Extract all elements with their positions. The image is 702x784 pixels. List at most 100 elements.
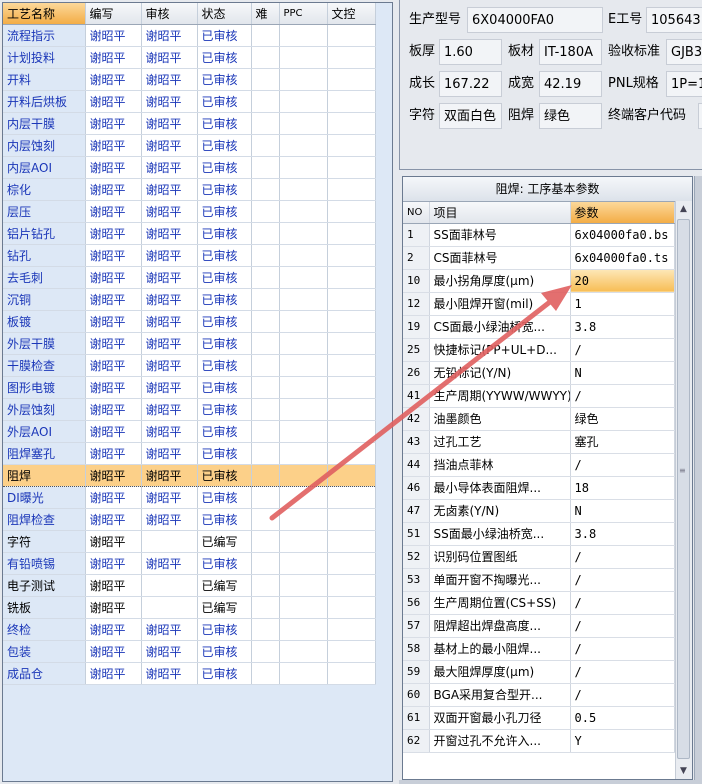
process-name-cell[interactable]: 有铅喷锡 [3,552,86,575]
process-row[interactable]: 干膜检查 谢昭平 谢昭平 已审核 [3,354,376,377]
difficulty-cell[interactable] [251,310,280,333]
status-cell[interactable]: 已审核 [197,354,252,377]
writer-cell[interactable]: 谢昭平 [85,508,142,531]
param-row[interactable]: 1 SS面菲林号 6x04000fa0.bs [403,223,675,247]
status-cell[interactable]: 已审核 [197,46,252,69]
process-row[interactable]: 外层AOI 谢昭平 谢昭平 已审核 [3,420,376,443]
doc-control-cell[interactable] [327,420,376,443]
param-value-cell[interactable]: 3.8 [570,522,675,546]
process-row[interactable]: 内层AOI 谢昭平 谢昭平 已审核 [3,156,376,179]
doc-control-cell[interactable] [327,618,376,641]
ppc-cell[interactable] [279,508,328,531]
param-row[interactable]: 41 生产周期(YYWW/WWYY) / [403,384,675,408]
reviewer-cell[interactable]: 谢昭平 [141,244,198,267]
doc-control-cell[interactable] [327,156,376,179]
difficulty-cell[interactable] [251,530,280,553]
writer-cell[interactable]: 谢昭平 [85,354,142,377]
writer-cell[interactable]: 谢昭平 [85,398,142,421]
process-name-cell[interactable]: 层压 [3,200,86,223]
param-value-cell[interactable]: / [570,453,675,477]
reviewer-cell[interactable]: 谢昭平 [141,552,198,575]
process-name-cell[interactable]: 终检 [3,618,86,641]
param-value-cell[interactable]: 绿色 [570,407,675,431]
writer-cell[interactable]: 谢昭平 [85,376,142,399]
status-cell[interactable]: 已审核 [197,24,252,47]
status-cell[interactable]: 已审核 [197,156,252,179]
ppc-cell[interactable] [279,376,328,399]
status-cell[interactable]: 已审核 [197,552,252,575]
reviewer-cell[interactable]: 谢昭平 [141,68,198,91]
writer-cell[interactable]: 谢昭平 [85,222,142,245]
ppc-cell[interactable] [279,640,328,663]
param-row[interactable]: 25 快捷标记(PP+UL+D... / [403,338,675,362]
ppc-cell[interactable] [279,463,328,487]
reviewer-cell[interactable]: 谢昭平 [141,24,198,47]
writer-cell[interactable]: 谢昭平 [85,134,142,157]
col-header-difficulty[interactable]: 难 [251,3,280,25]
col-header-writer[interactable]: 编写 [85,3,142,25]
process-row[interactable]: 开料后烘板 谢昭平 谢昭平 已审核 [3,90,376,113]
reviewer-cell[interactable]: 谢昭平 [141,442,198,465]
difficulty-cell[interactable] [251,618,280,641]
col-header-doc-control[interactable]: 文控 [327,3,376,25]
doc-control-cell[interactable] [327,24,376,47]
param-value-cell[interactable]: / [570,683,675,707]
status-cell[interactable]: 已编写 [197,530,252,553]
process-name-cell[interactable]: 图形电镀 [3,376,86,399]
param-row[interactable]: 26 无铅标记(Y/N) N [403,361,675,385]
reviewer-cell[interactable]: 谢昭平 [141,156,198,179]
reviewer-cell[interactable]: 谢昭平 [141,134,198,157]
mask-field[interactable]: 绿色 [539,103,602,129]
scroll-thumb[interactable] [677,219,690,759]
param-value-cell[interactable]: 3.8 [570,315,675,339]
writer-cell[interactable]: 谢昭平 [85,596,142,619]
difficulty-cell[interactable] [251,288,280,311]
param-row[interactable]: 19 CS面最小绿油桥宽... 3.8 [403,315,675,339]
status-cell[interactable]: 已审核 [197,266,252,289]
doc-control-cell[interactable] [327,662,376,685]
process-row[interactable]: 开料 谢昭平 谢昭平 已审核 [3,68,376,91]
ppc-cell[interactable] [279,574,328,597]
status-cell[interactable]: 已审核 [197,90,252,113]
difficulty-cell[interactable] [251,508,280,531]
status-cell[interactable]: 已审核 [197,134,252,157]
doc-control-cell[interactable] [327,552,376,575]
param-row[interactable]: 2 CS面菲林号 6x04000fa0.ts [403,246,675,270]
writer-cell[interactable]: 谢昭平 [85,463,142,487]
reviewer-cell[interactable]: 谢昭平 [141,398,198,421]
param-value-cell[interactable]: / [570,660,675,684]
difficulty-cell[interactable] [251,68,280,91]
difficulty-cell[interactable] [251,486,280,509]
status-cell[interactable]: 已审核 [197,640,252,663]
ppc-cell[interactable] [279,486,328,509]
difficulty-cell[interactable] [251,134,280,157]
reviewer-cell[interactable]: 谢昭平 [141,332,198,355]
doc-control-cell[interactable] [327,266,376,289]
status-cell[interactable]: 已审核 [197,310,252,333]
doc-control-cell[interactable] [327,398,376,421]
writer-cell[interactable]: 谢昭平 [85,244,142,267]
reviewer-cell[interactable]: 谢昭平 [141,420,198,443]
param-row[interactable]: 57 阻焊超出焊盘高度... / [403,614,675,638]
doc-control-cell[interactable] [327,442,376,465]
param-value-cell[interactable]: / [570,568,675,592]
status-cell[interactable]: 已审核 [197,222,252,245]
param-row[interactable]: 62 开窗过孔不允许入... Y [403,729,675,753]
writer-cell[interactable]: 谢昭平 [85,574,142,597]
param-row[interactable]: 59 最大阻焊厚度(μm) / [403,660,675,684]
param-value-cell[interactable]: 6x04000fa0.bs [570,223,675,247]
process-row[interactable]: 流程指示 谢昭平 谢昭平 已审核 [3,24,376,47]
difficulty-cell[interactable] [251,244,280,267]
writer-cell[interactable]: 谢昭平 [85,112,142,135]
model-field[interactable]: 6X04000FA0 [467,7,603,33]
param-value-cell[interactable]: 1 [570,292,675,316]
writer-cell[interactable]: 谢昭平 [85,266,142,289]
writer-cell[interactable]: 谢昭平 [85,310,142,333]
ppc-cell[interactable] [279,398,328,421]
writer-cell[interactable]: 谢昭平 [85,486,142,509]
process-name-cell[interactable]: 外层AOI [3,420,86,443]
ppc-cell[interactable] [279,134,328,157]
scroll-down-icon[interactable]: ▼ [676,763,691,779]
process-name-cell[interactable]: 沉铜 [3,288,86,311]
ppc-cell[interactable] [279,24,328,47]
